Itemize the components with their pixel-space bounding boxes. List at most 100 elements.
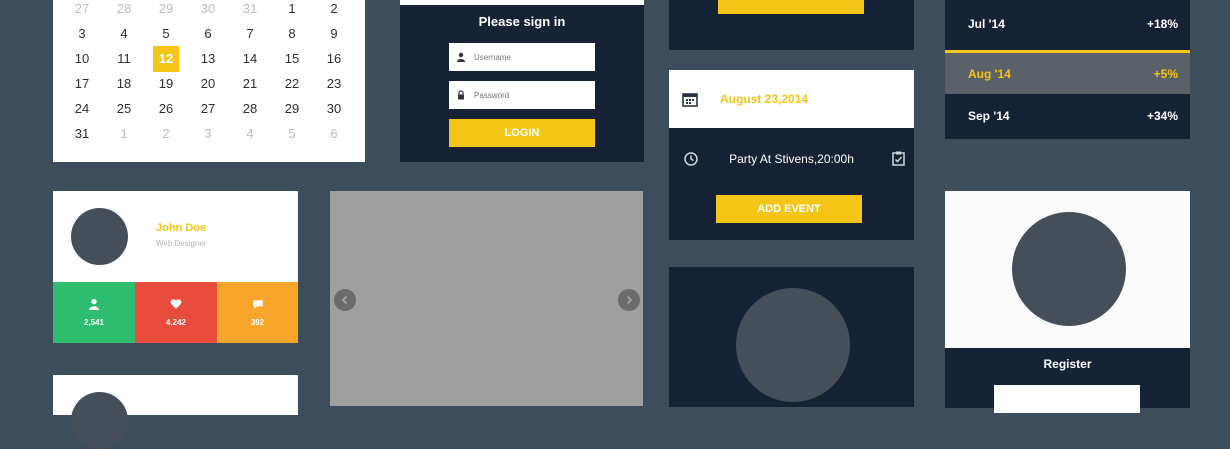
calendar-day[interactable]: 4 (229, 121, 271, 146)
calendar-day[interactable]: 1 (103, 121, 145, 146)
add-event-button[interactable]: ADD EVENT (716, 195, 862, 223)
calendar-day[interactable]: 25 (103, 96, 145, 121)
username-field[interactable] (449, 43, 595, 71)
calendar-day-number: 3 (78, 26, 86, 41)
calendar-day[interactable]: 14 (229, 46, 271, 71)
calendar-day-number: 29 (284, 101, 300, 116)
calendar-day-number: 27 (74, 1, 90, 16)
login-button[interactable]: LOGIN (449, 119, 595, 147)
sign-in-panel: Please sign in LOGIN (400, 0, 644, 162)
calendar-day[interactable]: 5 (145, 21, 187, 46)
calendar-day[interactable]: 2 (145, 121, 187, 146)
calendar-day[interactable]: 30 (187, 0, 229, 21)
stats-row[interactable]: Jul '14 +18% (945, 2, 1190, 46)
stats-value: +34% (1146, 109, 1178, 123)
calendar-day[interactable]: 30 (313, 96, 355, 121)
calendar-day[interactable]: 26 (145, 96, 187, 121)
calendar-day[interactable]: 19 (145, 71, 187, 96)
calendar-day[interactable]: 21 (229, 71, 271, 96)
stats-value: +5% (1153, 66, 1178, 81)
calendar-day-number: 23 (326, 76, 342, 91)
calendar-day[interactable]: 4 (103, 21, 145, 46)
calendar-day[interactable]: 20 (187, 71, 229, 96)
calendar-day[interactable]: 28 (103, 0, 145, 21)
calendar-day-number: 25 (116, 101, 132, 116)
profile-card: John Doe Web Designer 2,541 4,242 392 (53, 191, 298, 343)
calendar-day[interactable]: 27 (61, 0, 103, 21)
calendar-day-number: 29 (158, 1, 174, 16)
profile-stat-user[interactable]: 2,541 (53, 282, 135, 343)
calendar-day[interactable]: 29 (145, 0, 187, 21)
register-image-card (945, 191, 1190, 348)
calendar-day-number: 30 (200, 1, 216, 16)
calendar-day[interactable]: 18 (103, 71, 145, 96)
stats-value: +18% (1146, 17, 1178, 31)
calendar-week-row: 17 18 19 20 21 22 23 (61, 71, 361, 96)
profile-name: John Doe (156, 222, 207, 234)
calendar-day[interactable]: 6 (313, 121, 355, 146)
stats-month: Sep '14 (968, 109, 1010, 123)
chevron-right-icon (626, 295, 633, 305)
stats-row[interactable]: Sep '14 +34% (945, 94, 1190, 138)
calendar-day-number: 18 (116, 76, 132, 91)
calendar-day[interactable]: 15 (271, 46, 313, 71)
calendar-day[interactable]: 16 (313, 46, 355, 71)
monthly-stats-list: Jul '14 +18% Aug '14 +5% Sep '14 +34% (945, 0, 1190, 139)
register-username-field[interactable] (994, 385, 1140, 413)
calendar-day[interactable]: 1 (271, 0, 313, 21)
calendar-day[interactable]: 5 (271, 121, 313, 146)
calendar-day[interactable]: 13 (187, 46, 229, 71)
calendar-day[interactable]: 3 (61, 21, 103, 46)
calendar-day[interactable]: 2 (313, 0, 355, 21)
username-input[interactable] (472, 51, 586, 63)
calendar-day-number: 6 (330, 126, 338, 141)
register-avatar (1012, 212, 1126, 326)
calendar-day[interactable]: 3 (187, 121, 229, 146)
calendar-day[interactable]: 23 (313, 71, 355, 96)
clipboard-icon[interactable] (892, 151, 905, 166)
calendar-day-number: 19 (158, 76, 174, 91)
calendar-day[interactable]: 9 (313, 21, 355, 46)
calendar-day[interactable]: 8 (271, 21, 313, 46)
profile-stat-value: 392 (250, 318, 265, 327)
calendar-day[interactable]: 17 (61, 71, 103, 96)
profile-stat-heart[interactable]: 4,242 (135, 282, 217, 343)
stats-row[interactable]: Aug '14 +5% (945, 50, 1190, 94)
calendar-day[interactable]: 6 (187, 21, 229, 46)
calendar-day[interactable]: 22 (271, 71, 313, 96)
slider-next-button[interactable] (618, 289, 640, 311)
calendar-day[interactable]: 11 (103, 46, 145, 71)
calendar-day-today[interactable]: 12 (145, 45, 187, 72)
password-field[interactable] (449, 81, 595, 109)
calendar-day-number: 4 (120, 26, 128, 41)
password-input[interactable] (472, 89, 586, 101)
sign-in-header-strip (400, 0, 644, 5)
calendar-day[interactable]: 31 (229, 0, 271, 21)
calendar-day[interactable]: 10 (61, 46, 103, 71)
calendar-day-number: 5 (288, 126, 296, 141)
calendar-day-number: 1 (120, 126, 128, 141)
calendar-week-row: 24 25 26 27 28 29 30 (61, 96, 361, 121)
calendar-day[interactable]: 29 (271, 96, 313, 121)
calendar-week-row: 27 28 29 30 31 1 2 (61, 0, 361, 21)
profile-stat-comment[interactable]: 392 (217, 282, 298, 343)
calendar-day[interactable]: 7 (229, 21, 271, 46)
calendar-day-number: 14 (242, 51, 258, 66)
calendar-day[interactable]: 27 (187, 96, 229, 121)
slider-prev-button[interactable] (334, 289, 356, 311)
calendar-day-number: 20 (200, 76, 216, 91)
calendar-day[interactable]: 28 (229, 96, 271, 121)
calendar-day[interactable]: 31 (61, 121, 103, 146)
avatar (71, 392, 128, 449)
event-date: August 23,2014 (720, 92, 809, 106)
calendar-day-number: 2 (162, 126, 170, 141)
calendar-day[interactable]: 24 (61, 96, 103, 121)
calendar-day-number: 6 (204, 26, 212, 41)
calendar-week-row: 31 1 2 3 4 5 6 (61, 121, 361, 146)
calendar-day-number: 24 (74, 101, 90, 116)
calendar-day-number: 9 (330, 26, 338, 41)
calendar-day-number: 15 (284, 51, 300, 66)
user-icon (457, 52, 465, 62)
subscribe-button[interactable] (718, 0, 864, 14)
calendar-icon (682, 93, 698, 107)
